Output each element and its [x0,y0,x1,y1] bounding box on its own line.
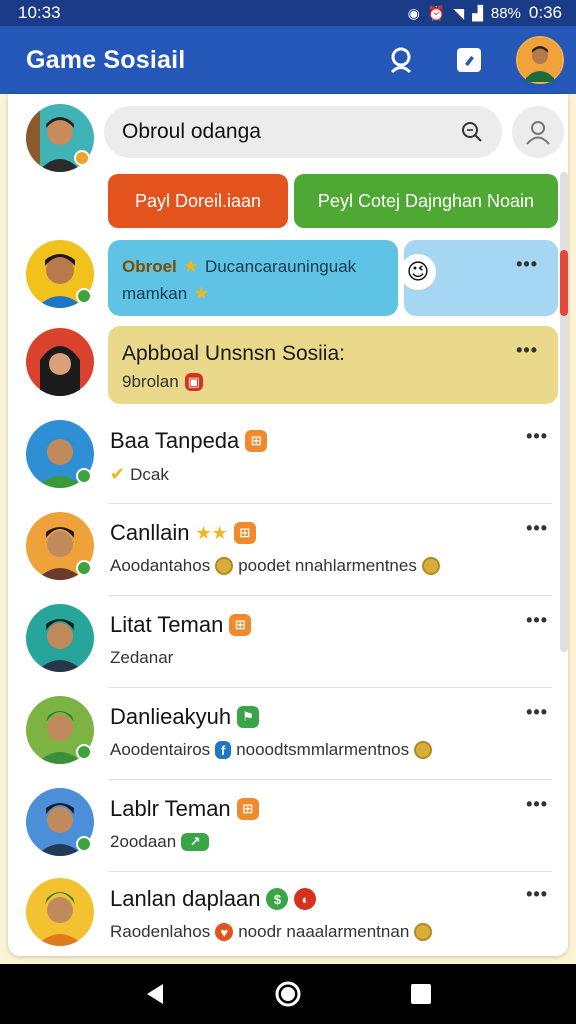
status-clock: 0:36 [528,3,562,22]
message-bubble-yellow[interactable]: Apbboal Unsnsn Sosiia: 9brolan ▣ ••• [108,326,558,404]
battery-level: 88% [490,4,521,22]
bubble-sub: 9brolan [122,372,179,391]
contact-name: Lanlan daplaan [110,886,261,911]
contact-name: Lablr Teman [110,796,231,821]
scrollbar[interactable] [560,172,568,652]
bubble-text: Ducancarauninguak [204,256,357,276]
avatar[interactable] [26,328,94,396]
signal-icon: ▟ [472,4,483,21]
game-badge-icon: ⊞ [229,614,252,636]
status-dot [74,150,90,166]
contact-preview: Raodenlahos [110,922,211,941]
add-friend-icon [526,121,550,145]
recents-icon[interactable] [409,982,433,1006]
search-icon [462,122,482,142]
contact-preview: Dcak [130,464,169,484]
alarm-icon: ⏰ [427,4,446,21]
vibrate-icon: ◉ [407,4,420,21]
status-bar: 10:33 ◉ ⏰ ◥ ▟ 88% 0:36 [0,0,576,26]
online-indicator [76,288,92,304]
coin-icon [421,557,440,575]
game-badge-icon: ⚑ [237,706,260,728]
game-badge-icon: $ [266,888,289,910]
star-icon: ★ [193,283,210,303]
coin-icon [414,923,433,941]
game-badge-icon: ⊞ [245,430,268,452]
status-time: 10:33 [18,3,61,22]
check-icon: ✔ [110,464,126,484]
contact-preview: Aoodantahos [110,556,211,575]
back-icon[interactable] [143,982,167,1006]
online-indicator [76,560,92,576]
star-icon: ★★ [195,522,228,543]
list-item[interactable]: Lablr Teman ⊞ 2oodaan ↗ ••• [8,780,568,872]
scroll-indicator[interactable] [560,250,568,316]
contact-name: Litat Teman [110,612,224,637]
system-nav-bar [0,964,576,1024]
more-icon[interactable]: ••• [526,610,548,631]
contact-preview: 2oodaan [110,832,177,851]
list-item[interactable]: Litat Teman ⊞ Zedanar ••• [8,596,568,688]
online-indicator [76,744,92,760]
edit-icon [457,48,481,72]
more-icon[interactable]: ••• [526,794,548,815]
more-icon[interactable]: ••• [516,340,538,361]
search-button[interactable] [386,43,420,77]
star-icon: ★ [182,256,199,276]
contact-preview-2: nooodtsmmlarmentnos [236,740,410,759]
trend-icon: ↗ [181,833,210,851]
more-icon[interactable]: ••• [516,254,538,275]
game-badge-icon: ▣ [184,373,203,391]
online-indicator [76,836,92,852]
list-item[interactable]: Lanlan daplaan $ ◐ Raodenlahos ♥ noodr naaal… [8,872,568,956]
more-icon[interactable]: ••• [526,518,548,539]
home-icon[interactable] [273,979,303,1009]
bubble-line2: mamkan [122,283,188,303]
search-bar[interactable] [104,106,502,158]
avatar-image [518,38,562,82]
add-friend-button[interactable] [512,106,564,158]
avatar [26,878,94,946]
status-icons: ◉ ⏰ ◥ ▟ 88% 0:36 [408,3,562,23]
online-indicator [76,468,92,484]
edit-button[interactable] [452,43,486,77]
contact-preview-2: poodet nnahlarmentnes [238,556,417,575]
list-item[interactable]: Baa Tanpeda ⊞ ✔ Dcak ••• [8,412,568,504]
list-item[interactable]: Danlieakyuh ⚑ Aoodentairos f nooodtsmmlarme… [8,688,568,780]
contact-preview: Zedanar [110,648,174,667]
contact-preview-2: noodr naaalarmentnan [238,922,410,941]
heart-icon: ♥ [215,923,234,941]
chat-list-panel: Payl Doreil.iaan Peyl Cotej Dajnghan Noa… [8,94,568,956]
more-icon[interactable]: ••• [526,884,548,905]
bubble-title: Obroel [122,256,177,276]
emoji-reaction-icon[interactable]: 😉 [400,254,436,290]
contact-name: Baa Tanpeda [110,428,240,453]
contact-name: Danlieakyuh [110,704,232,729]
coin-icon [414,741,433,759]
contact-name: Canllain [110,520,190,545]
app-bar: Game Sosiail [0,26,576,94]
contact-preview: Aoodentairos [110,740,211,759]
app-title: Game Sosiail [26,45,186,74]
avatar [26,604,94,672]
profile-avatar[interactable] [516,36,564,84]
message-bubble-blue[interactable]: Obroel ★ Ducancarauninguak mamkan ★ [108,240,398,316]
more-icon[interactable]: ••• [526,426,548,447]
avatar-image [26,328,94,396]
bubble-title: Apbboal Unsnsn Sosiia: [122,342,345,365]
game-badge-icon: ◐ [294,888,317,910]
info-icon: f [215,741,232,759]
more-icon[interactable]: ••• [526,702,548,723]
red-action-button[interactable]: Payl Doreil.iaan [108,174,288,228]
game-badge-icon: ⊞ [233,522,256,544]
green-action-button[interactable]: Peyl Cotej Dajnghan Noain [294,174,558,228]
coin-icon [215,557,234,575]
wifi-icon: ◥ [453,4,465,21]
search-icon [390,47,412,74]
list-item[interactable]: Canllain ★★ ⊞ Aoodantahos poodet nnahlarmen… [8,504,568,596]
search-input[interactable] [122,120,460,144]
game-badge-icon: ⊞ [236,798,259,820]
